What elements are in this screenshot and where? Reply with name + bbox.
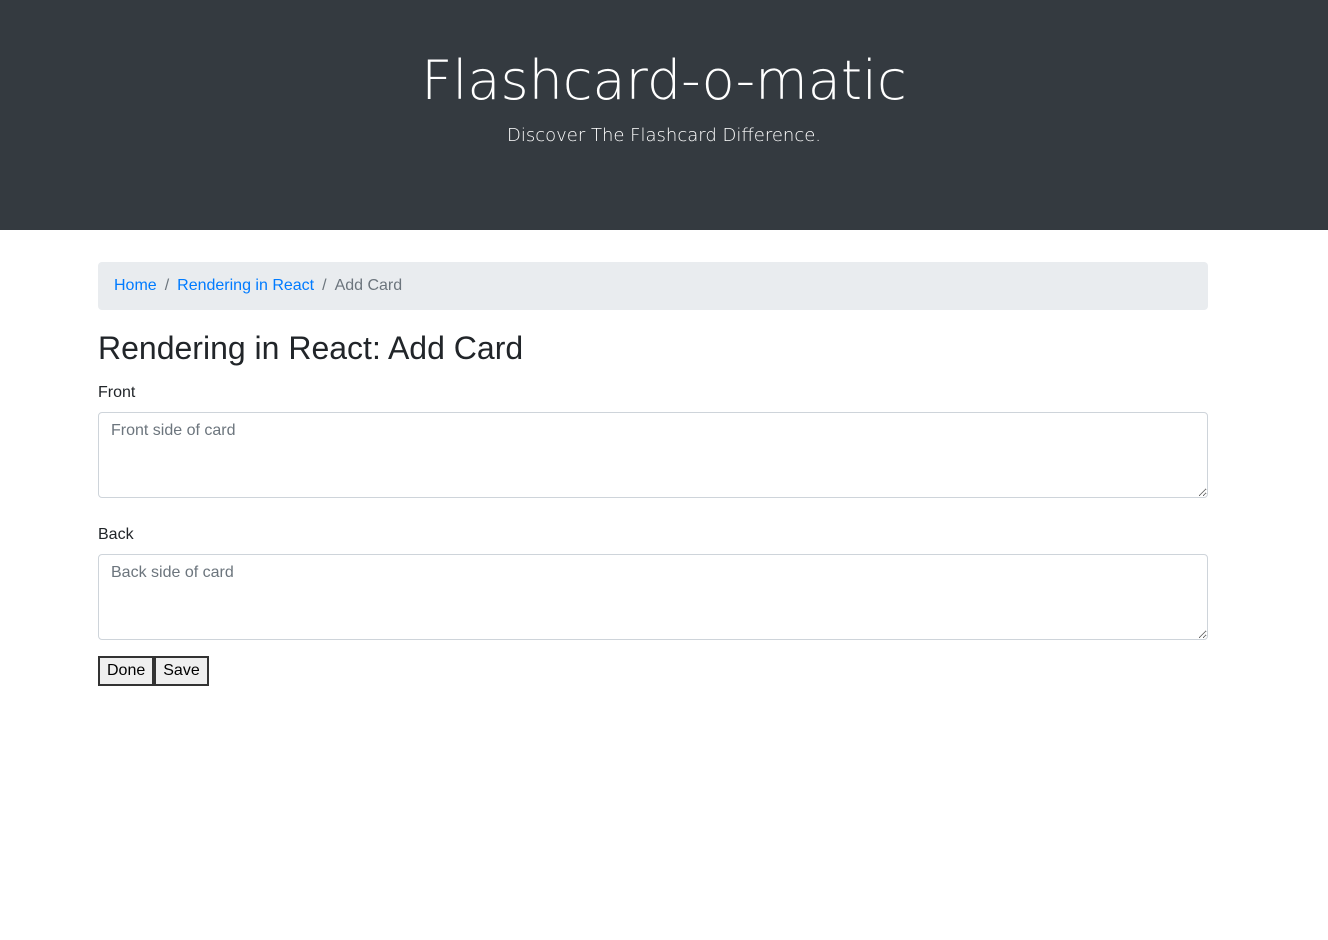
add-card-form: Front Back Done Save bbox=[98, 382, 1208, 686]
back-label: Back bbox=[98, 526, 134, 543]
front-label: Front bbox=[98, 384, 136, 401]
breadcrumb: Home / Rendering in React / Add Card bbox=[98, 262, 1208, 310]
breadcrumb-separator: / bbox=[322, 277, 327, 294]
done-button[interactable]: Done bbox=[98, 656, 155, 686]
back-textarea[interactable] bbox=[98, 554, 1208, 640]
main-container: Home / Rendering in React / Add Card Ren… bbox=[98, 262, 1208, 686]
jumbotron-header: Flashcard-o-matic Discover The Flashcard… bbox=[0, 0, 1328, 230]
breadcrumb-deck-link[interactable]: Rendering in React bbox=[177, 277, 314, 295]
page-title: Rendering in React: Add Card bbox=[98, 330, 524, 366]
front-textarea[interactable] bbox=[98, 412, 1208, 498]
app-title: Flashcard-o-matic bbox=[421, 49, 907, 112]
save-button[interactable]: Save bbox=[154, 656, 209, 686]
breadcrumb-home-link[interactable]: Home bbox=[114, 277, 157, 295]
breadcrumb-current: Add Card bbox=[334, 277, 403, 294]
app-subtitle: Discover The Flashcard Difference. bbox=[506, 125, 822, 146]
form-buttons: Done Save bbox=[98, 656, 1208, 686]
breadcrumb-separator: / bbox=[164, 277, 170, 294]
